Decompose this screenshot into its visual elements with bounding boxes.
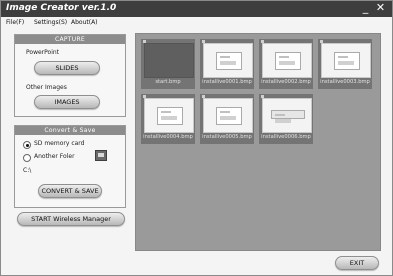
minimize-button[interactable]: _: [359, 2, 372, 15]
thumbnail-filename: installive0005.bmp: [202, 134, 252, 140]
thumbnail-item[interactable]: installive0006.bmp: [259, 94, 313, 144]
thumbnail-item[interactable]: installive0001.bmp: [200, 39, 254, 89]
sd-card-radio[interactable]: [23, 141, 31, 149]
title-bar[interactable]: Image Creator ver.1.0 _ ✕: [1, 1, 392, 17]
folder-label: Another Foler: [34, 153, 75, 160]
thumbnail-item[interactable]: installive0002.bmp: [259, 39, 313, 89]
thumbnail-item[interactable]: installive0003.bmp: [318, 39, 372, 89]
thumbnail-item[interactable]: start.bmp: [141, 39, 195, 89]
capture-header: CAPTURE: [15, 35, 125, 44]
thumbnail-gallery[interactable]: start.bmp installive0001.bmp installive0…: [135, 33, 381, 251]
thumbnail-image: [144, 43, 194, 78]
menu-about[interactable]: About(A): [71, 19, 98, 26]
exit-button[interactable]: EXIT: [335, 256, 379, 270]
folder-radio[interactable]: [23, 154, 31, 162]
thumbnail-filename: installive0001.bmp: [202, 79, 252, 85]
thumbnail-image: [203, 98, 253, 133]
window-title: Image Creator ver.1.0: [6, 3, 117, 13]
thumbnail-image: [262, 98, 312, 133]
thumbnail-filename: installive0002.bmp: [261, 79, 311, 85]
thumbnail-image: [262, 43, 312, 78]
sd-card-label: SD memory card: [34, 140, 85, 147]
slides-button[interactable]: SLIDES: [34, 61, 100, 75]
menu-bar: File(F) Settings(S) About(A): [1, 17, 392, 29]
convert-save-button[interactable]: CONVERT & SAVE: [38, 184, 102, 198]
powerpoint-label: PowerPoint: [26, 49, 60, 56]
thumbnail-filename: start.bmp: [155, 79, 181, 85]
convert-panel: Convert & Save SD memory card Another Fo…: [14, 125, 126, 208]
thumbnail-item[interactable]: installive0004.bmp: [141, 94, 195, 144]
thumbnail-image: [321, 43, 371, 78]
thumbnail-item[interactable]: installive0005.bmp: [200, 94, 254, 144]
menu-settings[interactable]: Settings(S): [34, 19, 67, 26]
thumbnail-filename: installive0003.bmp: [320, 79, 370, 85]
images-button[interactable]: IMAGES: [34, 95, 100, 109]
save-path: C:\: [23, 167, 32, 174]
start-wireless-manager-button[interactable]: START Wireless Manager: [17, 212, 125, 226]
other-images-label: Other Images: [26, 84, 67, 91]
thumbnail-filename: installive0004.bmp: [143, 134, 193, 140]
thumbnail-image: [144, 98, 194, 133]
capture-panel: CAPTURE PowerPoint SLIDES Other Images I…: [14, 34, 126, 117]
thumbnail-image: [203, 43, 253, 78]
menu-file[interactable]: File(F): [6, 19, 24, 26]
app-window: Image Creator ver.1.0 _ ✕ File(F) Settin…: [0, 0, 393, 276]
close-button[interactable]: ✕: [374, 2, 387, 15]
browse-folder-icon[interactable]: [95, 150, 107, 161]
thumbnail-filename: installive0006.bmp: [261, 134, 311, 140]
convert-header: Convert & Save: [15, 126, 125, 135]
